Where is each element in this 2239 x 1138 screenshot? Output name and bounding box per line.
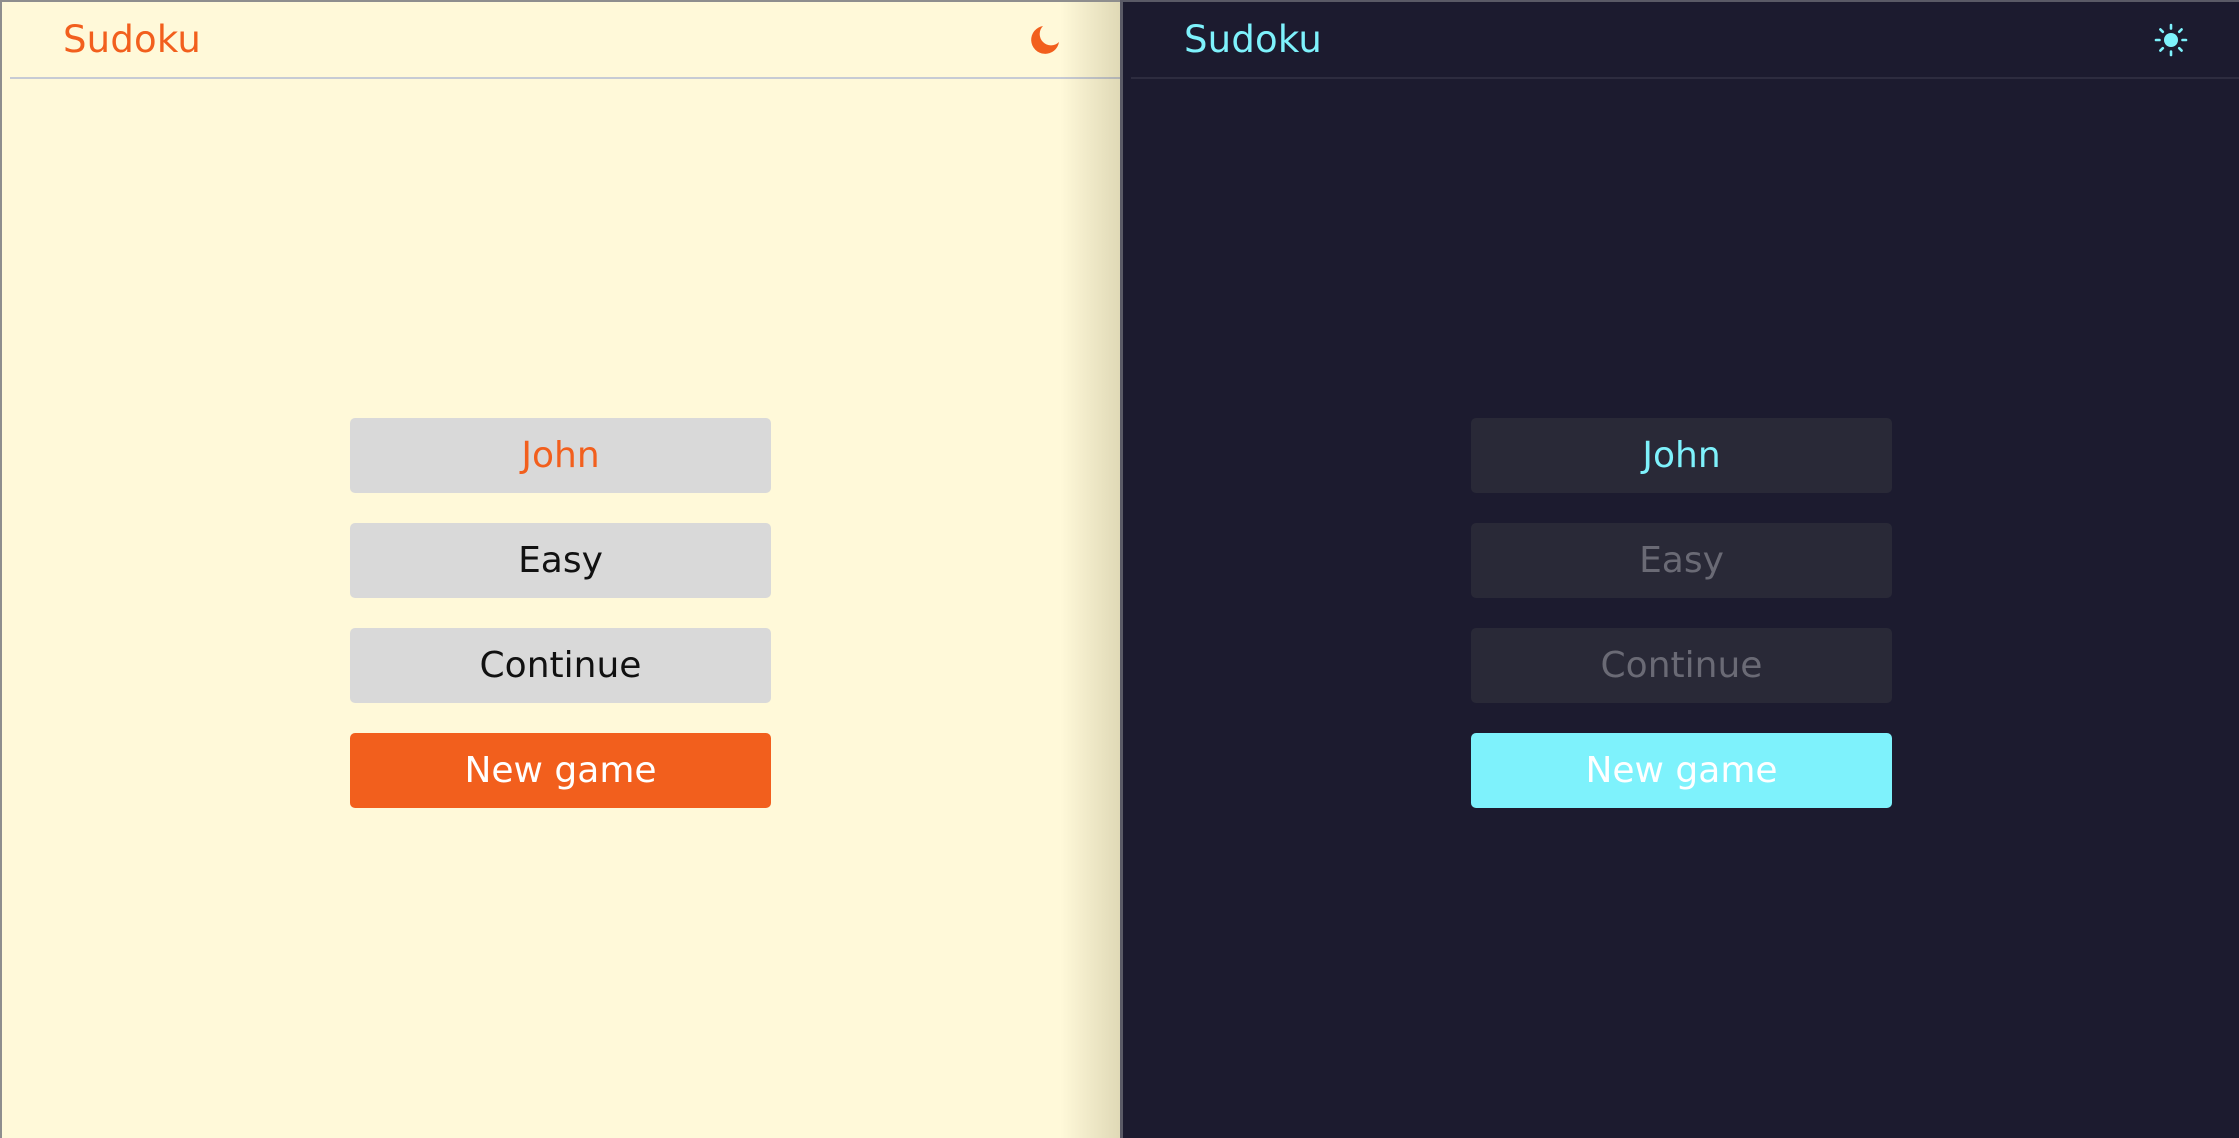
player-name-button[interactable]: John xyxy=(350,418,771,493)
app-title: Sudoku xyxy=(63,18,201,61)
new-game-button[interactable]: New game xyxy=(1471,733,1892,808)
theme-toggle-button[interactable] xyxy=(2151,20,2191,60)
new-game-button[interactable]: New game xyxy=(350,733,771,808)
player-name-button[interactable]: John xyxy=(1471,418,1892,493)
difficulty-button[interactable]: Easy xyxy=(350,523,771,598)
app-header: Sudoku xyxy=(10,2,1120,79)
light-theme-window: Sudoku John Easy Continue New game xyxy=(0,0,1120,1138)
continue-button[interactable]: Continue xyxy=(1471,628,1892,703)
dark-theme-window: Sudoku John Easy Continue New game xyxy=(1120,0,2239,1138)
app-title: Sudoku xyxy=(1184,18,1322,61)
moon-icon xyxy=(1031,26,1059,54)
app-header: Sudoku xyxy=(1131,2,2239,79)
difficulty-button[interactable]: Easy xyxy=(1471,523,1892,598)
theme-toggle-button[interactable] xyxy=(1025,20,1065,60)
sun-icon xyxy=(2154,23,2188,57)
main-menu: John Easy Continue New game xyxy=(350,418,771,838)
main-menu: John Easy Continue New game xyxy=(1471,418,1892,838)
continue-button[interactable]: Continue xyxy=(350,628,771,703)
